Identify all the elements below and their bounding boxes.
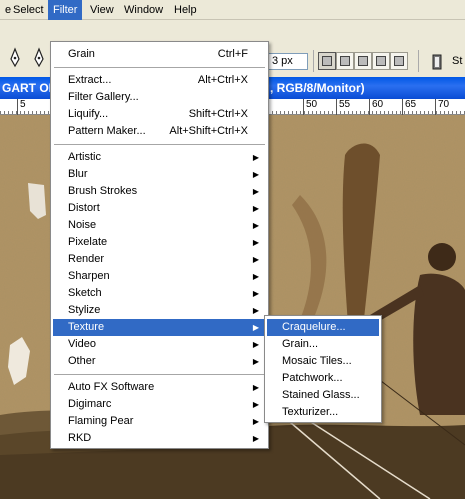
submenu-arrow-icon: ▶	[252, 187, 259, 196]
menu-item-brush-strokes[interactable]: Brush Strokes ▶	[53, 183, 266, 200]
ruler-tick: 70	[435, 99, 449, 115]
menu-item-flaming-pear[interactable]: Flaming Pear ▶	[53, 413, 266, 430]
submenu-arrow-icon: ▶	[252, 221, 259, 230]
menu-item-stained-glass[interactable]: Stained Glass...	[267, 387, 379, 404]
menu-item-digimarc[interactable]: Digimarc ▶	[53, 396, 266, 413]
add-to-shape-button[interactable]	[336, 52, 354, 70]
brush-size-field[interactable]: 3 px	[268, 53, 308, 70]
menu-item-last-filter-grain[interactable]: Grain Ctrl+F	[53, 46, 266, 63]
submenu-arrow-icon: ▶	[252, 383, 259, 392]
menu-item-extract[interactable]: Extract... Alt+Ctrl+X	[53, 72, 266, 89]
menu-separator	[54, 374, 265, 375]
menu-item-stylize[interactable]: Stylize ▶	[53, 302, 266, 319]
submenu-arrow-icon: ▶	[252, 238, 259, 247]
submenu-arrow-icon: ▶	[252, 272, 259, 281]
menu-item-distort[interactable]: Distort ▶	[53, 200, 266, 217]
ruler-tick: 55	[336, 99, 350, 115]
ruler-tick: 5	[17, 99, 26, 115]
menu-window[interactable]: Window	[119, 0, 168, 20]
submenu-arrow-icon: ▶	[252, 255, 259, 264]
menu-item-pixelate[interactable]: Pixelate ▶	[53, 234, 266, 251]
menu-view[interactable]: View	[85, 0, 119, 20]
menu-item-video[interactable]: Video ▶	[53, 336, 266, 353]
menu-item-sharpen[interactable]: Sharpen ▶	[53, 268, 266, 285]
submenu-arrow-icon: ▶	[252, 434, 259, 443]
toolbar-divider	[418, 50, 419, 72]
document-title-right: , RGB/8/Monitor)	[270, 81, 365, 95]
ruler-tick: 65	[402, 99, 416, 115]
subtract-shape-button[interactable]	[354, 52, 372, 70]
menu-item-render[interactable]: Render ▶	[53, 251, 266, 268]
texture-submenu: Craquelure... Grain... Mosaic Tiles... P…	[264, 315, 382, 423]
submenu-arrow-icon: ▶	[252, 153, 259, 162]
freeform-pen-icon[interactable]	[32, 47, 46, 69]
menu-item-patchwork[interactable]: Patchwork...	[267, 370, 379, 387]
submenu-arrow-icon: ▶	[252, 289, 259, 298]
submenu-arrow-icon: ▶	[252, 323, 259, 332]
menu-item-texture-grain[interactable]: Grain...	[267, 336, 379, 353]
menu-item-noise[interactable]: Noise ▶	[53, 217, 266, 234]
menu-item-texturizer[interactable]: Texturizer...	[267, 404, 379, 421]
submenu-arrow-icon: ▶	[252, 170, 259, 179]
filter-menu: Grain Ctrl+F Extract... Alt+Ctrl+X Filter …	[50, 41, 269, 449]
menu-item-pattern-maker[interactable]: Pattern Maker... Alt+Shift+Ctrl+X	[53, 123, 266, 140]
style-swatch-icon[interactable]	[430, 53, 444, 71]
menu-select[interactable]: Select	[8, 0, 49, 20]
submenu-arrow-icon: ▶	[252, 417, 259, 426]
menu-item-texture[interactable]: Texture ▶	[53, 319, 266, 336]
ruler-tick: 50	[303, 99, 317, 115]
new-shape-layer-button[interactable]	[318, 52, 336, 70]
menu-item-filter-gallery[interactable]: Filter Gallery...	[53, 89, 266, 106]
menu-item-mosaic-tiles[interactable]: Mosaic Tiles...	[267, 353, 379, 370]
intersect-shape-button[interactable]	[372, 52, 390, 70]
submenu-arrow-icon: ▶	[252, 204, 259, 213]
menu-separator	[54, 67, 265, 68]
pen-tool-icon[interactable]	[8, 47, 22, 69]
exclude-shape-button[interactable]	[390, 52, 408, 70]
menu-item-auto-fx-software[interactable]: Auto FX Software ▶	[53, 379, 266, 396]
submenu-arrow-icon: ▶	[252, 357, 259, 366]
menu-item-rkd[interactable]: RKD ▶	[53, 430, 266, 447]
style-label: St	[452, 55, 463, 67]
menu-item-sketch[interactable]: Sketch ▶	[53, 285, 266, 302]
submenu-arrow-icon: ▶	[252, 400, 259, 409]
document-title-left: GART OL	[2, 81, 56, 95]
menu-bar: e Select Filter View Window Help	[0, 0, 465, 20]
menu-item-blur[interactable]: Blur ▶	[53, 166, 266, 183]
menu-help[interactable]: Help	[169, 0, 202, 20]
menu-item-other[interactable]: Other ▶	[53, 353, 266, 370]
menu-item-artistic[interactable]: Artistic ▶	[53, 149, 266, 166]
menu-filter[interactable]: Filter	[48, 0, 83, 20]
ruler-tick: 60	[369, 99, 383, 115]
menu-item-liquify[interactable]: Liquify... Shift+Ctrl+X	[53, 106, 266, 123]
toolbar-divider	[313, 50, 314, 72]
menu-item-craquelure[interactable]: Craquelure...	[267, 319, 379, 336]
submenu-arrow-icon: ▶	[252, 340, 259, 349]
submenu-arrow-icon: ▶	[252, 306, 259, 315]
menu-separator	[54, 144, 265, 145]
